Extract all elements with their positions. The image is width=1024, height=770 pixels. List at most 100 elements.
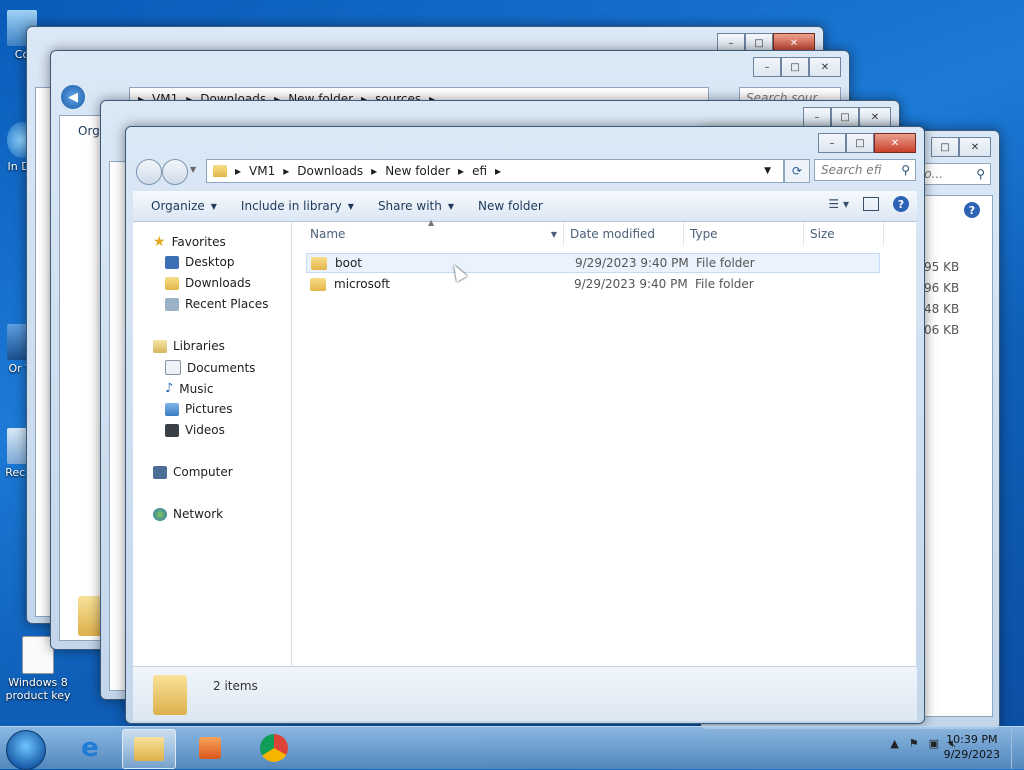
search-icon: ⚲: [901, 163, 910, 177]
view-tools: ☰ ▾ ?: [828, 196, 909, 212]
item-count: 2 items: [213, 679, 258, 693]
size-value: 06 KB: [924, 323, 960, 337]
nav-downloads[interactable]: Downloads: [165, 276, 251, 290]
file-name: microsoft: [334, 277, 390, 291]
file-date: 9/29/2023 9:40 PM: [574, 277, 688, 291]
clock-date: 9/29/2023: [943, 748, 1000, 761]
window-caption-buttons: – □ ✕: [803, 107, 891, 127]
search-input[interactable]: Search efi ⚲: [814, 159, 916, 181]
chevron-right-icon[interactable]: ▸: [371, 164, 377, 178]
address-bar[interactable]: ▸ VM1 ▸ Downloads ▸ New folder ▸ efi ▸ ▼: [206, 159, 784, 183]
include-in-library-button[interactable]: Include in library ▼: [229, 199, 366, 213]
help-icon[interactable]: ?: [964, 202, 980, 218]
chrome-icon: [260, 734, 288, 762]
minimize-button[interactable]: –: [803, 107, 831, 127]
new-folder-button[interactable]: New folder: [466, 199, 555, 213]
file-type: File folder: [696, 256, 755, 270]
file-list: ▲ Name ▼ Date modified Type Size boot 9/…: [292, 218, 916, 666]
nav-music[interactable]: ♪ Music: [165, 381, 213, 396]
computer-icon: [153, 465, 167, 479]
chevron-down-icon: ▼: [210, 201, 217, 211]
size-value: 96 KB: [924, 281, 960, 295]
filter-dropdown-icon[interactable]: ▼: [551, 230, 557, 239]
back-button[interactable]: [136, 159, 162, 185]
folder-icon: [310, 277, 326, 291]
address-dropdown[interactable]: ▼: [764, 166, 771, 176]
taskbar-windows-explorer[interactable]: [122, 729, 176, 769]
recent-places-icon: [165, 297, 179, 311]
taskbar: e ▲ ⚑ ▣ 🔇︎ 10:39 PM 9/29/2023: [0, 726, 1024, 770]
nav-computer[interactable]: Computer: [153, 465, 233, 479]
clock-time: 10:39 PM: [946, 733, 998, 746]
chevron-right-icon[interactable]: ▸: [235, 164, 241, 178]
size-value: 95 KB: [924, 260, 960, 274]
breadcrumb-downloads[interactable]: Downloads: [297, 164, 363, 178]
nav-desktop[interactable]: Desktop: [165, 255, 235, 269]
breadcrumb-vm1[interactable]: VM1: [249, 164, 275, 178]
chevron-right-icon[interactable]: ▸: [458, 164, 464, 178]
close-button[interactable]: ✕: [859, 107, 891, 127]
file-type: File folder: [695, 277, 754, 291]
network-status-icon[interactable]: ▣: [929, 737, 939, 751]
column-header-date-modified[interactable]: Date modified: [564, 222, 684, 246]
explorer-window-efi[interactable]: – □ ✕ ▼ ▸ VM1 ▸ Downloads ▸ New folder ▸ ef…: [125, 126, 925, 724]
documents-icon: [165, 360, 181, 375]
chevron-right-icon[interactable]: ▸: [283, 164, 289, 178]
nav-pictures[interactable]: Pictures: [165, 402, 233, 416]
view-options-icon[interactable]: ☰ ▾: [828, 197, 849, 211]
downloads-folder-icon: [165, 276, 179, 290]
file-row-boot[interactable]: boot 9/29/2023 9:40 PM File folder: [306, 253, 880, 273]
show-desktop-button[interactable]: [1011, 727, 1024, 769]
minimize-button[interactable]: –: [818, 133, 846, 153]
ie-icon: e: [81, 733, 99, 763]
nav-libraries[interactable]: Libraries: [153, 339, 225, 353]
maximize-button[interactable]: □: [831, 107, 859, 127]
maximize-button[interactable]: □: [781, 57, 809, 77]
minimize-button[interactable]: –: [753, 57, 781, 77]
taskbar-chrome[interactable]: [248, 729, 300, 767]
nav-videos[interactable]: Videos: [165, 423, 225, 437]
organize-button[interactable]: Organize ▼: [139, 199, 229, 213]
preview-pane-icon[interactable]: [863, 197, 879, 211]
close-button[interactable]: ✕: [959, 137, 991, 157]
back-button[interactable]: ◀: [61, 85, 85, 109]
desktop-icon-label: Windows 8 product key: [5, 676, 71, 702]
music-icon: ♪: [165, 381, 174, 396]
taskbar-media-player[interactable]: [184, 729, 236, 767]
size-value: 48 KB: [924, 302, 960, 316]
share-with-button[interactable]: Share with ▼: [366, 199, 466, 213]
start-button[interactable]: [6, 730, 46, 770]
details-pane: 2 items: [133, 666, 917, 721]
nav-recent-places[interactable]: Recent Places: [165, 297, 268, 311]
clock[interactable]: 10:39 PM 9/29/2023: [944, 732, 1000, 762]
chevron-down-icon: ▼: [447, 201, 454, 211]
media-player-icon: [199, 737, 221, 759]
refresh-button[interactable]: ⟳: [784, 159, 810, 183]
network-icon: [153, 507, 167, 521]
close-button[interactable]: ✕: [874, 133, 916, 153]
breadcrumb-new-folder[interactable]: New folder: [385, 164, 450, 178]
maximize-button[interactable]: □: [931, 137, 959, 157]
folder-icon: [213, 165, 227, 177]
chevron-right-icon[interactable]: ▸: [495, 164, 501, 178]
taskbar-internet-explorer[interactable]: e: [64, 729, 116, 767]
show-hidden-icons-icon[interactable]: ▲: [890, 737, 898, 751]
close-button[interactable]: ✕: [809, 57, 841, 77]
nav-documents[interactable]: Documents: [165, 360, 255, 375]
maximize-button[interactable]: □: [846, 133, 874, 153]
column-header-type[interactable]: Type: [684, 222, 804, 246]
forward-button[interactable]: [162, 159, 188, 185]
file-date: 9/29/2023 9:40 PM: [575, 256, 689, 270]
file-row-microsoft[interactable]: microsoft 9/29/2023 9:40 PM File folder: [306, 274, 880, 294]
command-bar: Organize ▼ Include in library ▼ Share with…: [133, 191, 917, 222]
breadcrumb-efi[interactable]: efi: [472, 164, 487, 178]
nav-favorites[interactable]: ★ Favorites: [153, 234, 226, 250]
column-header-size[interactable]: Size: [804, 222, 884, 246]
nav-network[interactable]: Network: [153, 507, 223, 521]
recent-pages-dropdown[interactable]: ▼: [190, 165, 196, 174]
column-header-name[interactable]: Name ▼: [304, 222, 564, 246]
action-center-icon[interactable]: ⚑: [909, 737, 919, 751]
window-caption-buttons: – □ ✕: [818, 133, 916, 153]
help-icon[interactable]: ?: [893, 196, 909, 212]
navigation-row: ▼ ▸ VM1 ▸ Downloads ▸ New folder ▸ efi ▸ ▼ ⟳…: [134, 157, 916, 185]
